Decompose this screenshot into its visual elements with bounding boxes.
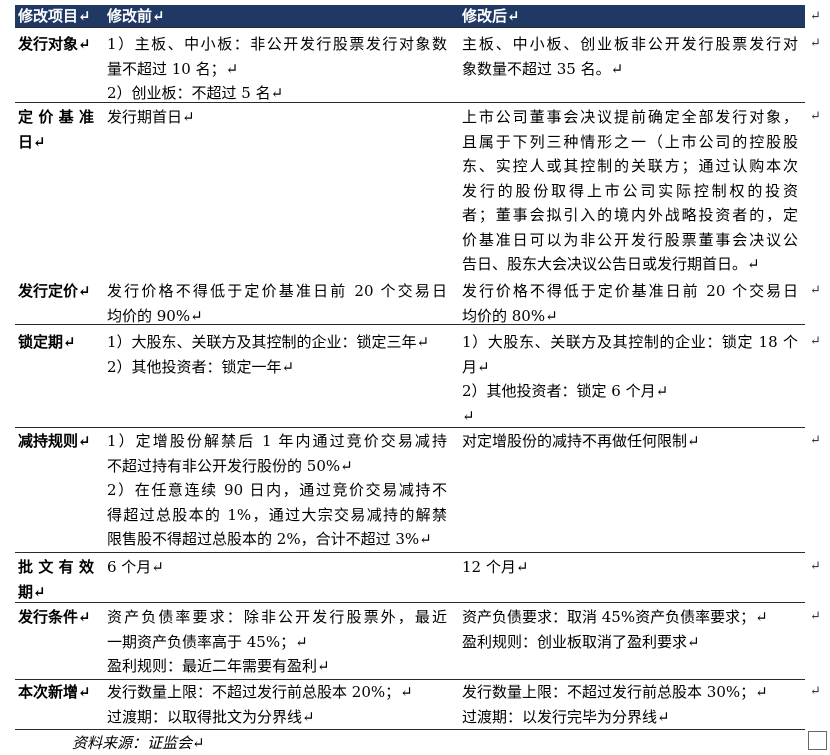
item-cell: 发行条件↵ xyxy=(15,603,100,679)
after-cell: 12 个月↵ xyxy=(455,553,805,602)
before-cell: 发行期首日↵ xyxy=(100,103,455,277)
after-text-line: 发行的股份取得上市公司实际控制权的投资 xyxy=(462,181,798,200)
after-text-line: 且属于下列三种情形之一（上市公司的控股股 xyxy=(462,132,798,151)
row-issuance-target: 发行对象↵ 1）主板、中小板：非公开发行股票发行对象数 量不超过 10 名；↵ … xyxy=(15,28,821,103)
after-text-line: 对定增股份的减持不再做任何限制↵ xyxy=(462,432,700,450)
before-text-line: 不超过持有非公开发行股份的 50%↵ xyxy=(107,456,353,475)
header-item: 修改项目↵ xyxy=(18,7,91,25)
item-label: 批文有效 xyxy=(18,558,94,576)
after-text-line: 2）其他投资者：锁定 6 个月↵ xyxy=(462,382,669,400)
before-text-line: 量不超过 10 名；↵ xyxy=(107,59,239,78)
before-text-line: 发行价格不得低于定价基准日前 20 个交易日 xyxy=(107,282,447,300)
after-cell: 资产负债要求：取消 45%资产负债率要求；↵ 盈利规则：创业板取消了盈利要求↵ xyxy=(455,603,805,679)
row-end-mark: ↵ xyxy=(810,684,821,699)
item-label: 本次新增↵ xyxy=(18,683,91,701)
after-cell: 主板、中小板、创业板非公开发行股票发行对 象数量不超过 35 名。↵ xyxy=(455,28,805,102)
before-text-line: 2）创业板：不超过 5 名↵ xyxy=(107,84,284,102)
before-cell: 资产负债率要求：除非公开发行股票外，最近 一期资产负债率高于 45%；↵ 盈利规… xyxy=(100,603,455,679)
item-label: 发行对象↵ xyxy=(18,35,91,53)
after-text-line: 12 个月↵ xyxy=(462,558,529,576)
item-cell: 批文有效 期↵ xyxy=(15,553,100,602)
before-cell: 1）大股东、关联方及其控制的企业：锁定三年↵ 2）其他投资者：锁定一年↵ xyxy=(100,325,455,427)
after-text-line: 过渡期：以发行完毕为分界线↵ xyxy=(462,707,670,726)
row-end-mark: ↵ xyxy=(810,283,821,298)
after-text-line: 上市公司董事会决议提前确定全部发行对象， xyxy=(462,108,798,126)
after-text-line: 月↵ xyxy=(462,357,490,376)
row-end-mark: ↵ xyxy=(810,36,821,51)
after-text-line: 东、实控人或其控制的关联方；通过认购本次 xyxy=(462,157,798,175)
item-label: 发行条件↵ xyxy=(18,608,91,626)
before-text-line: 一期资产负债率高于 45%；↵ xyxy=(107,632,308,651)
before-text-line: 发行数量上限：不超过发行前总股本 20%；↵ xyxy=(107,683,413,701)
header-after-cell: 修改后↵ xyxy=(455,5,805,27)
item-label: 期↵ xyxy=(18,582,46,601)
after-cell: 发行价格不得低于定价基准日前 20 个交易日 均价的 80%↵ xyxy=(455,277,805,325)
header-before-cell: 修改前↵ xyxy=(100,5,455,27)
after-text-line: 资产负债要求：取消 45%资产负债率要求；↵ xyxy=(462,608,768,626)
item-cell: 本次新增↵ xyxy=(15,680,100,729)
after-cell: 1）大股东、关联方及其控制的企业：锁定 18 个 月↵ 2）其他投资者：锁定 6… xyxy=(455,325,805,427)
after-cell: 发行数量上限：不超过发行前总股本 30%；↵ 过渡期：以发行完毕为分界线↵ xyxy=(455,680,805,729)
row-issuance-conditions: 发行条件↵ 资产负债率要求：除非公开发行股票外，最近 一期资产负债率高于 45%… xyxy=(15,603,821,680)
after-text-line: 盈利规则：创业板取消了盈利要求↵ xyxy=(462,632,700,651)
item-label: 日↵ xyxy=(18,132,46,151)
after-text-line: 发行价格不得低于定价基准日前 20 个交易日 xyxy=(462,282,798,300)
table-resize-handle[interactable] xyxy=(808,731,827,750)
item-label: 发行定价↵ xyxy=(18,282,91,300)
table-header-row: 修改项目↵ 修改前↵ 修改后↵ ↵ xyxy=(15,5,821,28)
after-text-line: 者；董事会拟引入的境内外战略投资者的，定 xyxy=(462,206,798,224)
header-after: 修改后↵ xyxy=(462,7,520,25)
before-text-line: 限售股不得超过总股本的 2%，合计不超过 3%↵ xyxy=(107,530,432,548)
after-text-line: 象数量不超过 35 名。↵ xyxy=(462,59,624,78)
after-text-line: 主板、中小板、创业板非公开发行股票发行对 xyxy=(462,35,798,53)
before-cell: 发行价格不得低于定价基准日前 20 个交易日 均价的 90%↵ xyxy=(100,277,455,325)
source-note: 资料来源：证监会↵ xyxy=(72,734,205,752)
row-end-mark: ↵ xyxy=(810,433,821,448)
after-text-line: ↵ xyxy=(462,406,475,425)
row-end-mark: ↵ xyxy=(810,9,821,24)
after-text-line: 价基准日可以为非公开发行股票董事会决议公 xyxy=(462,230,798,249)
item-cell: 发行定价↵ xyxy=(15,277,100,324)
before-text-line: 过渡期：以取得批文为分界线↵ xyxy=(107,707,315,726)
row-end-mark: ↵ xyxy=(810,109,821,124)
row-approval-validity: 批文有效 期↵ 6 个月↵ 12 个月↵ ↵ xyxy=(15,553,821,603)
row-pricing-base-date: 定价基准 日↵ 发行期首日↵ 上市公司董事会决议提前确定全部发行对象， 且属于下… xyxy=(15,103,821,277)
item-label: 锁定期↵ xyxy=(18,333,76,351)
item-cell: 定价基准 日↵ xyxy=(15,103,100,277)
header-before: 修改前↵ xyxy=(107,7,165,25)
after-cell: 上市公司董事会决议提前确定全部发行对象， 且属于下列三种情形之一（上市公司的控股… xyxy=(455,103,805,277)
after-cell: 对定增股份的减持不再做任何限制↵ xyxy=(455,428,805,552)
row-reduction-rules: 减持规则↵ 1）定增股份解禁后 1 年内通过竞价交易减持 不超过持有非公开发行股… xyxy=(15,428,821,553)
item-cell: 减持规则↵ xyxy=(15,428,100,552)
row-end-mark: ↵ xyxy=(810,609,821,624)
before-cell: 发行数量上限：不超过发行前总股本 20%；↵ 过渡期：以取得批文为分界线↵ xyxy=(100,680,455,729)
item-label: 定价基准 xyxy=(18,108,94,126)
before-text-line: 1）定增股份解禁后 1 年内通过竞价交易减持 xyxy=(107,432,447,450)
before-cell: 6 个月↵ xyxy=(100,553,455,602)
before-cell: 1）主板、中小板：非公开发行股票发行对象数 量不超过 10 名；↵ 2）创业板：… xyxy=(100,28,455,102)
before-text-line: 得超过总股本的 1%，通过大宗交易减持的解禁 xyxy=(107,505,447,524)
before-text-line: 资产负债率要求：除非公开发行股票外，最近 xyxy=(107,608,447,626)
before-text-line: 2）其他投资者：锁定一年↵ xyxy=(107,357,295,376)
row-end-mark: ↵ xyxy=(810,334,821,349)
after-text-line: 1）大股东、关联方及其控制的企业：锁定 18 个 xyxy=(462,333,798,351)
row-new-additions: 本次新增↵ 发行数量上限：不超过发行前总股本 20%；↵ 过渡期：以取得批文为分… xyxy=(15,680,821,730)
row-lockup-period: 锁定期↵ 1）大股东、关联方及其控制的企业：锁定三年↵ 2）其他投资者：锁定一年… xyxy=(15,325,821,428)
item-cell: 锁定期↵ xyxy=(15,325,100,427)
before-text-line: 发行期首日↵ xyxy=(107,108,195,126)
row-issue-pricing: 发行定价↵ 发行价格不得低于定价基准日前 20 个交易日 均价的 90%↵ 发行… xyxy=(15,277,821,325)
header-item-cell: 修改项目↵ xyxy=(15,5,100,27)
comparison-table: 修改项目↵ 修改前↵ 修改后↵ ↵ 发行对象↵ 1）主板、中小板：非公开发行股票… xyxy=(15,5,821,730)
before-text-line: 2）在任意连续 90 日内，通过竞价交易减持不 xyxy=(107,481,447,499)
before-text-line: 6 个月↵ xyxy=(107,558,164,576)
row-end-mark: ↵ xyxy=(810,559,821,574)
after-text-line: 发行数量上限：不超过发行前总股本 30%；↵ xyxy=(462,683,768,701)
before-text-line: 1）大股东、关联方及其控制的企业：锁定三年↵ xyxy=(107,333,430,351)
before-text-line: 1）主板、中小板：非公开发行股票发行对象数 xyxy=(107,35,447,53)
after-text-line: 告日、股东大会决议公告日或发行期首日。↵ xyxy=(462,255,760,273)
item-label: 减持规则↵ xyxy=(18,432,91,450)
before-cell: 1）定增股份解禁后 1 年内通过竞价交易减持 不超过持有非公开发行股份的 50%… xyxy=(100,428,455,552)
before-text-line: 盈利规则：最近二年需要有盈利↵ xyxy=(107,657,330,675)
item-cell: 发行对象↵ xyxy=(15,28,100,102)
